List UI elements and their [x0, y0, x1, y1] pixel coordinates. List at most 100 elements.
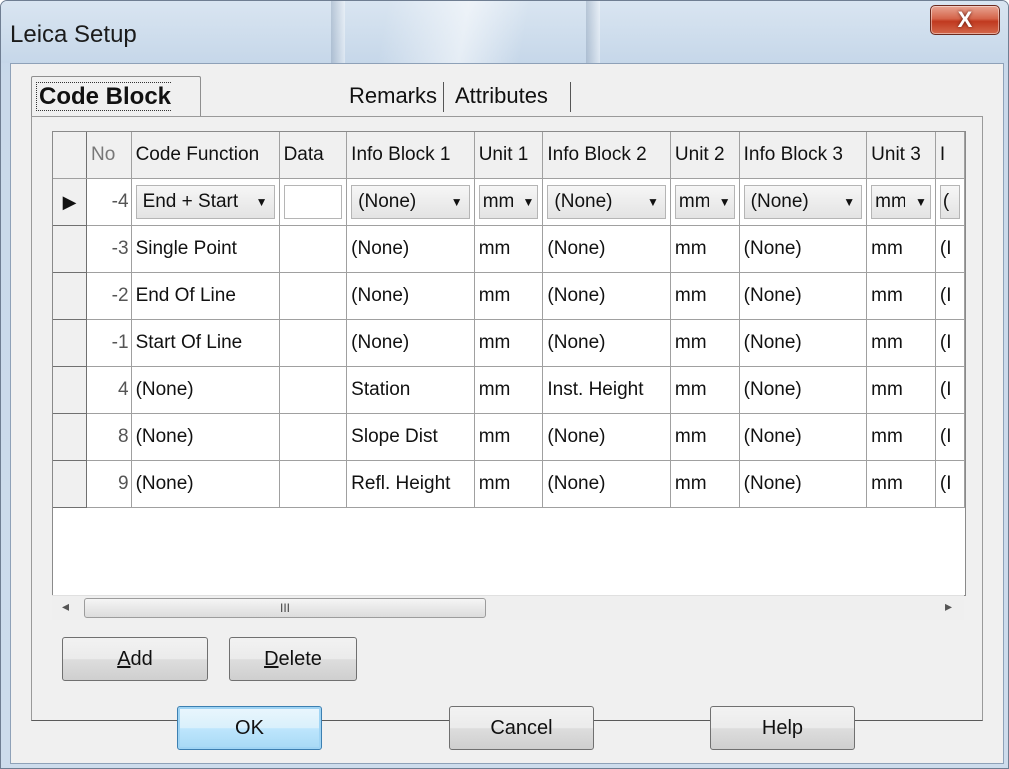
info-block-1-dropdown[interactable]: (None) ▼ — [351, 185, 470, 219]
cell-info-block-4[interactable]: (I — [935, 272, 965, 320]
cell-unit-3[interactable]: mm — [866, 413, 936, 461]
cell-info-block-3[interactable]: (None) — [739, 272, 868, 320]
cell-unit-1[interactable]: mm — [474, 413, 544, 461]
help-button[interactable]: Help — [710, 706, 855, 750]
cell-unit-3[interactable]: mm — [866, 366, 936, 414]
cell-unit-2[interactable]: mm — [670, 319, 740, 367]
column-header-info-block-2[interactable]: Info Block 2 — [542, 132, 671, 179]
chevron-down-icon[interactable]: ▼ — [843, 195, 855, 209]
column-header-unit-3[interactable]: Unit 3 — [866, 132, 936, 179]
cell-unit-3[interactable]: mm — [866, 460, 936, 508]
cell-info-block-2[interactable]: (None) — [542, 272, 671, 320]
cell-unit-2[interactable]: mm — [670, 460, 740, 508]
table-row[interactable]: 8 (None) Slope Dist mm (None) mm (None) … — [53, 413, 965, 461]
cell-unit-3[interactable]: mm — [866, 225, 936, 273]
cell-info-block-1[interactable]: (None) — [346, 272, 475, 320]
cell-unit-2[interactable]: mm ▼ — [670, 178, 740, 226]
cell-code-function[interactable]: Start Of Line — [131, 319, 280, 367]
table-row[interactable]: 9 (None) Refl. Height mm (None) mm (None… — [53, 460, 965, 508]
cell-info-block-1[interactable]: (None) — [346, 225, 475, 273]
cell-unit-1[interactable]: mm — [474, 460, 544, 508]
cell-code-function[interactable]: End Of Line — [131, 272, 280, 320]
cell-info-block-2[interactable]: (None) — [542, 319, 671, 367]
cell-no[interactable]: 9 — [86, 460, 132, 508]
cell-info-block-4[interactable]: (I — [935, 413, 965, 461]
row-selector[interactable] — [53, 366, 88, 414]
column-header-data[interactable]: Data — [279, 132, 348, 179]
cell-info-block-1[interactable]: (None) — [346, 319, 475, 367]
info-block-2-dropdown[interactable]: (None) ▼ — [547, 185, 666, 219]
column-header-info-block-3[interactable]: Info Block 3 — [739, 132, 868, 179]
cell-info-block-3[interactable]: (None) ▼ — [739, 178, 868, 226]
cell-unit-1[interactable]: mm — [474, 272, 544, 320]
ok-button[interactable]: OK — [177, 706, 322, 750]
unit-3-dropdown[interactable]: mm ▼ — [871, 185, 931, 219]
delete-button[interactable]: Delete — [229, 637, 357, 681]
table-row[interactable]: -2 End Of Line (None) mm (None) mm (None… — [53, 272, 965, 320]
column-header-unit-1[interactable]: Unit 1 — [474, 132, 544, 179]
cell-no[interactable]: -4 — [86, 178, 132, 226]
cell-no[interactable]: -3 — [86, 225, 132, 273]
cell-data[interactable] — [279, 272, 348, 320]
cell-no[interactable]: -2 — [86, 272, 132, 320]
cell-code-function[interactable]: Single Point — [131, 225, 280, 273]
cell-info-block-4[interactable]: (I — [935, 366, 965, 414]
cell-unit-3[interactable]: mm — [866, 319, 936, 367]
cell-info-block-3[interactable]: (None) — [739, 413, 868, 461]
cell-unit-1[interactable]: mm ▼ — [474, 178, 544, 226]
cell-info-block-4[interactable]: (I — [935, 460, 965, 508]
row-selector[interactable] — [53, 225, 88, 273]
cell-code-function[interactable]: (None) — [131, 460, 280, 508]
column-header-info-block-1[interactable]: Info Block 1 — [346, 132, 475, 179]
cell-data[interactable] — [279, 413, 348, 461]
scroll-left-icon[interactable]: ◂ — [62, 598, 69, 615]
cell-unit-2[interactable]: mm — [670, 272, 740, 320]
column-header-code-function[interactable]: Code Function — [131, 132, 280, 179]
cell-data[interactable] — [279, 366, 348, 414]
cell-code-function[interactable]: (None) — [131, 366, 280, 414]
cell-info-block-3[interactable]: (None) — [739, 460, 868, 508]
cell-code-function[interactable]: End + Start ▼ — [131, 178, 280, 226]
tab-code-block-configuration[interactable]: Code Block Configuration — [31, 76, 202, 151]
row-selector[interactable] — [53, 413, 88, 461]
data-input[interactable] — [283, 185, 343, 219]
cell-unit-2[interactable]: mm — [670, 366, 740, 414]
cell-info-block-3[interactable]: (None) — [739, 225, 868, 273]
cell-code-function[interactable]: (None) — [131, 413, 280, 461]
cell-no[interactable]: 8 — [86, 413, 132, 461]
row-selector[interactable] — [53, 272, 88, 320]
cell-unit-2[interactable]: mm — [670, 225, 740, 273]
cell-info-block-2[interactable]: (None) — [542, 413, 671, 461]
cell-data[interactable] — [279, 460, 348, 508]
unit-2-dropdown[interactable]: mm ▼ — [674, 185, 735, 219]
info-block-4-dropdown[interactable]: ( — [939, 185, 960, 219]
cell-info-block-3[interactable]: (None) — [739, 319, 868, 367]
cell-unit-2[interactable]: mm — [670, 413, 740, 461]
cell-info-block-2[interactable]: (None) ▼ — [542, 178, 671, 226]
scroll-right-icon[interactable]: ▸ — [945, 598, 952, 615]
chevron-down-icon[interactable]: ▼ — [256, 195, 268, 209]
column-header-unit-2[interactable]: Unit 2 — [670, 132, 740, 179]
add-button[interactable]: Add — [62, 637, 208, 681]
cell-info-block-4[interactable]: (I — [935, 225, 965, 273]
chevron-down-icon[interactable]: ▼ — [915, 195, 927, 209]
cell-unit-1[interactable]: mm — [474, 319, 544, 367]
cell-info-block-1[interactable]: (None) ▼ — [346, 178, 475, 226]
cell-data[interactable] — [279, 225, 348, 273]
title-bar[interactable] — [1, 1, 1008, 63]
current-row-indicator-icon[interactable]: ▶ — [53, 178, 88, 226]
cell-info-block-4[interactable]: ( — [935, 178, 965, 226]
cell-no[interactable]: 4 — [86, 366, 132, 414]
scrollbar-thumb[interactable]: III — [84, 598, 486, 618]
chevron-down-icon[interactable]: ▼ — [451, 195, 463, 209]
cell-unit-3[interactable]: mm — [866, 272, 936, 320]
cell-unit-1[interactable]: mm — [474, 366, 544, 414]
row-selector[interactable] — [53, 460, 88, 508]
unit-1-dropdown[interactable]: mm ▼ — [478, 185, 539, 219]
chevron-down-icon[interactable]: ▼ — [647, 195, 659, 209]
cell-info-block-1[interactable]: Slope Dist — [346, 413, 475, 461]
cell-data[interactable] — [279, 319, 348, 367]
info-block-3-dropdown[interactable]: (None) ▼ — [743, 185, 863, 219]
row-selector[interactable] — [53, 319, 88, 367]
cell-unit-1[interactable]: mm — [474, 225, 544, 273]
